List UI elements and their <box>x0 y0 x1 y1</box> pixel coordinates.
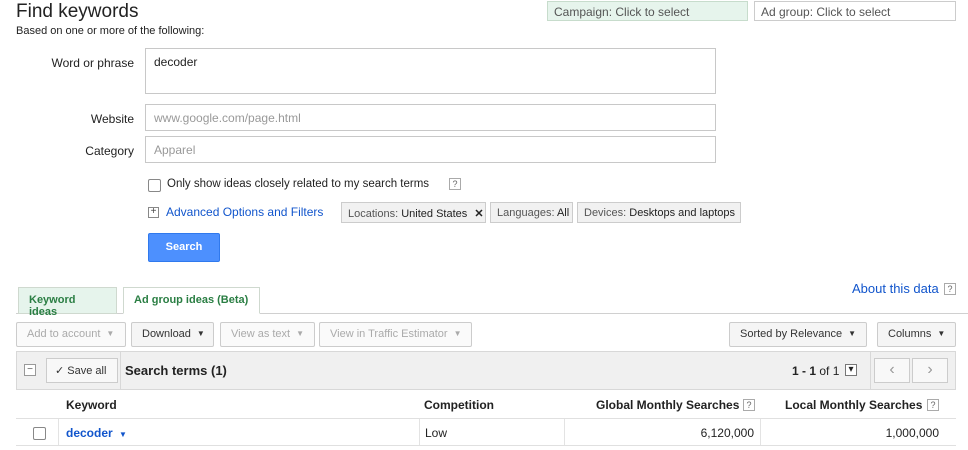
cell-divider <box>760 419 761 445</box>
view-as-text-label: View as text <box>231 328 291 340</box>
remove-filter-icon[interactable]: ✕ <box>474 208 483 220</box>
category-label: Category <box>85 144 134 158</box>
row-divider <box>16 418 956 419</box>
caret-down-icon: ▼ <box>453 329 462 338</box>
keyword-link[interactable]: decoder <box>66 426 113 440</box>
cell-divider <box>58 419 59 445</box>
column-local-searches[interactable]: Local Monthly Searches <box>785 398 922 412</box>
search-terms-label: Search terms (1) <box>125 363 227 378</box>
tab-ad-group-ideas[interactable]: Ad group ideas (Beta) <box>123 287 260 314</box>
campaign-picker[interactable]: Campaign: Click to select <box>547 1 748 21</box>
competition-value: Low <box>425 426 448 440</box>
devices-key: Devices: <box>584 207 627 219</box>
add-to-account-label: Add to account <box>27 328 101 340</box>
search-button[interactable]: Search <box>148 233 220 262</box>
checkmark-icon: ✓ <box>55 365 65 377</box>
tab-keyword-ideas[interactable]: Keyword ideas <box>18 287 117 318</box>
caret-down-icon: ▼ <box>106 329 115 338</box>
only-show-label: Only show ideas closely related to my se… <box>167 178 430 190</box>
page-dropdown-icon[interactable]: ▾ <box>845 364 857 376</box>
pagination-total: of 1 <box>819 364 840 378</box>
languages-filter[interactable]: Languages: All <box>490 202 573 223</box>
only-show-checkbox[interactable] <box>148 179 161 192</box>
word-phrase-input[interactable]: decoder <box>145 48 716 94</box>
columns-button[interactable]: Columns ▼ <box>877 322 956 347</box>
caret-down-icon: ▼ <box>937 329 946 338</box>
collapse-minus-icon: − <box>24 364 36 376</box>
save-all-label: Save all <box>67 365 107 377</box>
download-button[interactable]: Download ▼ <box>131 322 214 347</box>
view-traffic-estimator-button[interactable]: View in Traffic Estimator ▼ <box>319 322 472 347</box>
locations-value: United States <box>401 208 468 220</box>
page-subtitle: Based on one or more of the following: <box>16 25 205 37</box>
cell-divider <box>564 419 565 445</box>
download-label: Download <box>142 328 191 340</box>
collapse-control[interactable]: − <box>21 358 41 383</box>
column-global-searches[interactable]: Global Monthly Searches <box>596 398 739 412</box>
devices-value: Desktops and laptops <box>629 207 736 219</box>
pager-divider <box>870 351 871 390</box>
locations-key: Locations: <box>348 208 399 220</box>
about-data-link[interactable]: About this data <box>852 281 939 296</box>
help-icon[interactable]: ? <box>449 178 461 190</box>
local-searches-value: 1,000,000 <box>885 426 939 440</box>
global-searches-value: 6,120,000 <box>700 426 754 440</box>
chevron-left-icon: ‹ <box>889 361 895 378</box>
page-title: Find keywords <box>16 1 139 22</box>
cell-divider <box>419 419 420 445</box>
global-help-icon[interactable]: ? <box>743 399 755 411</box>
expand-plus-icon[interactable]: + <box>148 207 159 218</box>
caret-down-icon: ▼ <box>196 329 205 338</box>
save-all-button[interactable]: ✓ Save all <box>46 358 118 383</box>
devices-filter[interactable]: Devices: Desktops and laptops <box>577 202 741 223</box>
table-row[interactable]: decoder ▼ <box>66 426 127 440</box>
category-input[interactable]: Apparel <box>145 136 716 163</box>
word-phrase-label: Word or phrase <box>51 56 134 70</box>
about-help-icon[interactable]: ? <box>944 283 956 295</box>
chevron-right-icon: › <box>927 361 933 378</box>
add-to-account-button[interactable]: Add to account ▼ <box>16 322 126 347</box>
caret-down-icon: ▼ <box>296 329 305 338</box>
column-keyword[interactable]: Keyword <box>66 398 117 412</box>
languages-value: All <box>556 207 570 219</box>
row-checkbox[interactable] <box>33 427 46 440</box>
pagination-text: 1 - 1 of 1 <box>792 364 839 378</box>
caret-down-icon[interactable]: ▼ <box>119 430 127 439</box>
row-divider <box>16 445 956 446</box>
header-divider <box>120 351 121 390</box>
locations-filter[interactable]: Locations: United States ✕ <box>341 202 486 223</box>
pagination-range: 1 - 1 <box>792 364 817 378</box>
view-traffic-label: View in Traffic Estimator <box>330 328 448 340</box>
languages-key: Languages: <box>497 207 555 219</box>
website-input[interactable]: www.google.com/page.html <box>145 104 716 131</box>
local-help-icon[interactable]: ? <box>927 399 939 411</box>
website-label: Website <box>90 112 134 126</box>
prev-page-button[interactable]: ‹ <box>874 358 910 383</box>
column-competition[interactable]: Competition <box>424 398 494 412</box>
sort-label: Sorted by Relevance <box>740 328 843 340</box>
columns-label: Columns <box>888 328 932 340</box>
adgroup-picker[interactable]: Ad group: Click to select <box>754 1 956 21</box>
caret-down-icon: ▼ <box>848 329 857 338</box>
advanced-options-link[interactable]: Advanced Options and Filters <box>166 205 323 219</box>
next-page-button[interactable]: › <box>912 358 948 383</box>
sort-dropdown[interactable]: Sorted by Relevance ▼ <box>729 322 867 347</box>
view-as-text-button[interactable]: View as text ▼ <box>220 322 315 347</box>
